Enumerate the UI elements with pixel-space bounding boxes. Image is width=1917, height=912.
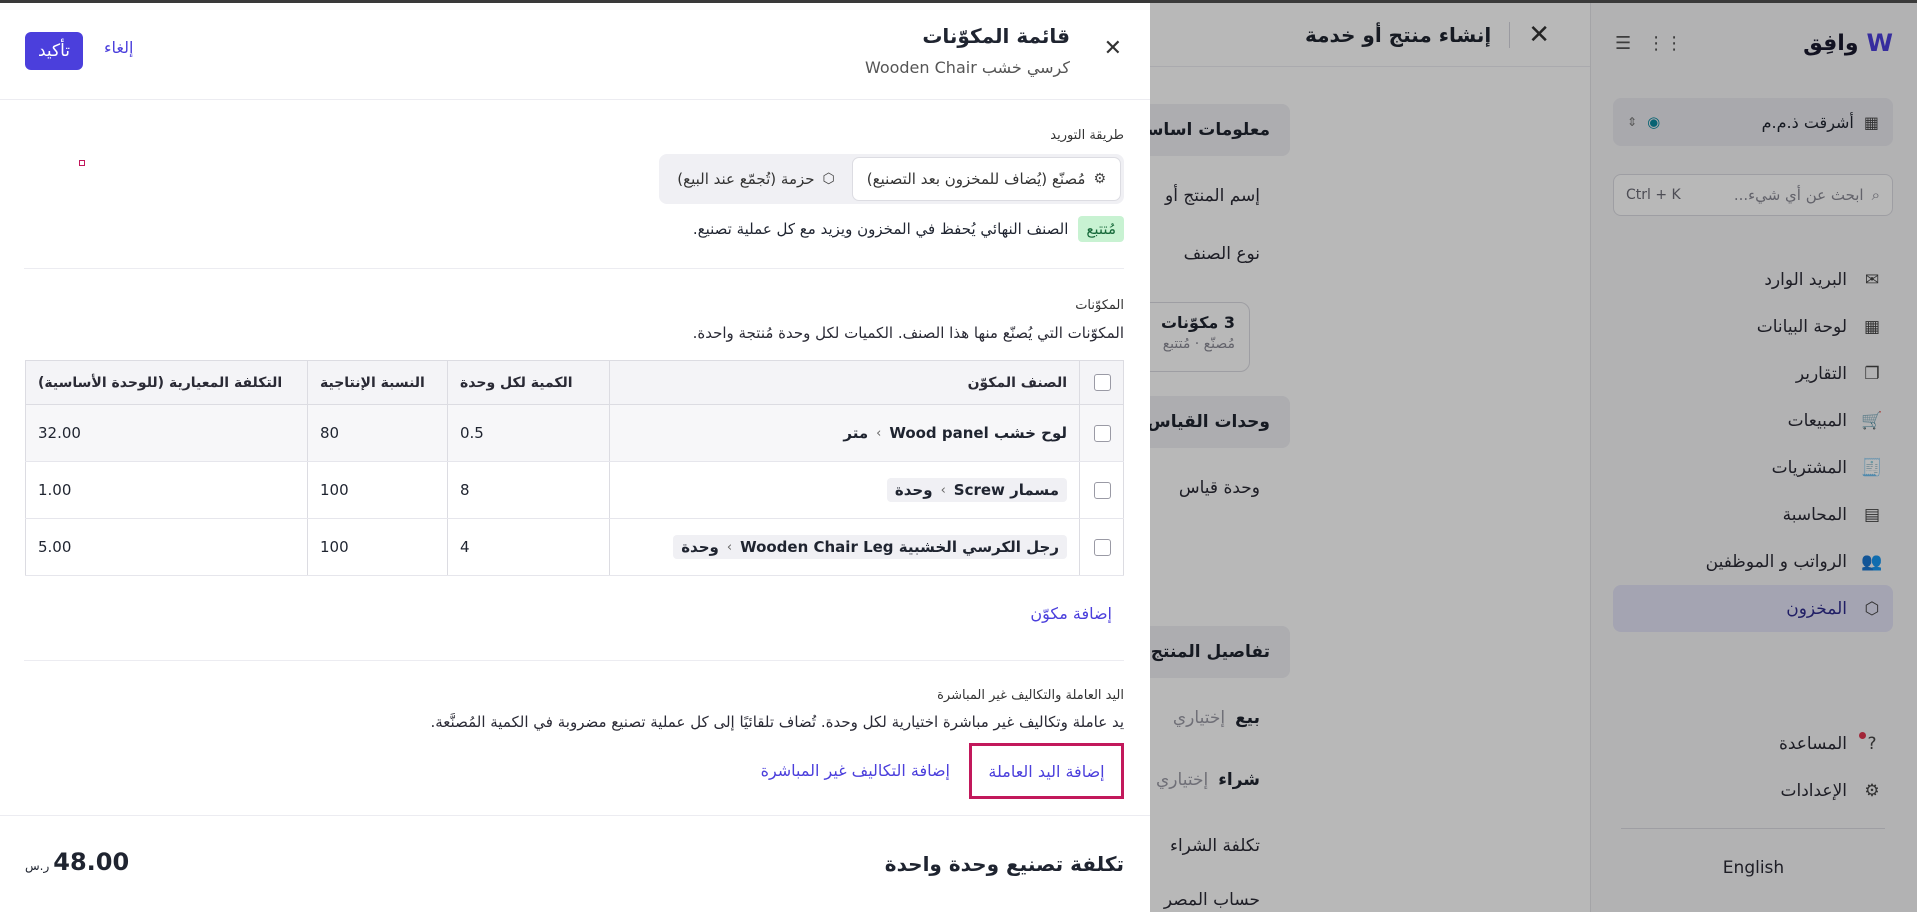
bom-subtitle: كرسي خشب Wooden Chair (864, 58, 1070, 77)
chevron-left-icon: › (876, 425, 882, 441)
add-labor-button[interactable]: إضافة اليد العاملة (969, 743, 1124, 799)
bom-title: قائمة المكوّنات (922, 24, 1070, 48)
table-row[interactable]: رجل الكرسي الخشبية Wooden Chair Leg › وح… (25, 518, 1124, 576)
qty-cell[interactable]: 0.5 (447, 404, 610, 462)
components-description: المكوّنات التي يُصنّع منها هذا الصنف. ال… (692, 324, 1124, 342)
supply-method-label: طريقة التوريد (1050, 128, 1124, 143)
components-label: المكوّنات (1075, 298, 1124, 313)
labor-overhead-label: اليد العاملة والتكاليف غير المباشرة (937, 688, 1124, 703)
confirm-button[interactable]: تأكيد (25, 32, 83, 70)
qty-cell[interactable]: 8 (447, 461, 610, 519)
col-component-item: الصنف المكوّن (609, 360, 1080, 405)
supply-option-bundle[interactable]: ⬡ حزمة (تُجمّع عند البيع) (663, 158, 849, 200)
tracked-badge: مُتتبع (1078, 216, 1124, 242)
add-overhead-button[interactable]: إضافة التكاليف غير المباشرة (761, 761, 950, 780)
row-checkbox[interactable] (1094, 482, 1111, 499)
yield-cell[interactable]: 100 (307, 518, 448, 576)
cost-cell[interactable]: 5.00 (25, 518, 308, 576)
component-item[interactable]: رجل الكرسي الخشبية Wooden Chair Leg › وح… (673, 535, 1067, 559)
cost-cell[interactable]: 1.00 (25, 461, 308, 519)
currency-symbol: ر.س (25, 859, 50, 873)
factory-icon: ⚙ (1093, 171, 1106, 187)
unit-cost-total: ر.س 48.00 (25, 848, 130, 876)
package-icon: ⬡ (822, 171, 835, 187)
bom-modal-footer: تكلفة تصنيع وحدة واحدة ر.س 48.00 (0, 815, 1150, 912)
col-qty-per-unit: الكمية لكل وحدة (447, 360, 610, 405)
labor-overhead-description: يد عاملة وتكاليف غير مباشرة اختيارية لكل… (430, 713, 1125, 731)
bom-modal-header: ✕ قائمة المكوّنات كرسي خشب Wooden Chair … (0, 0, 1150, 100)
select-all-checkbox[interactable] (1094, 374, 1111, 391)
row-checkbox[interactable] (1094, 425, 1111, 442)
add-component-button[interactable]: إضافة مكوّن (1030, 604, 1112, 623)
cancel-button[interactable]: إلغاء (104, 38, 133, 57)
chevron-left-icon: › (726, 539, 733, 555)
component-item[interactable]: مسمار Screw › وحدة (886, 478, 1067, 502)
col-yield: النسبة الإنتاجية (307, 360, 448, 405)
supply-method-selector: ⚙ مُصنّع (يُضاف للمخزون بعد التصنيع) ⬡ ح… (659, 154, 1124, 204)
component-item[interactable]: لوح خشب Wood panel › متر (622, 424, 1067, 442)
qty-cell[interactable]: 4 (447, 518, 610, 576)
yield-cell[interactable]: 100 (307, 461, 448, 519)
chevron-left-icon: › (940, 482, 946, 498)
cursor-marker (79, 160, 85, 166)
table-header-row: الصنف المكوّن الكمية لكل وحدة النسبة الإ… (25, 360, 1124, 405)
col-standard-cost: التكلفة المعيارية (للوحدة الأساسية) (25, 360, 308, 405)
cost-cell[interactable]: 32.00 (25, 404, 308, 462)
unit-cost-label: تكلفة تصنيع وحدة واحدة (884, 852, 1124, 876)
table-row[interactable]: مسمار Screw › وحدة 8 100 1.00 (25, 461, 1124, 519)
window-top-border (0, 0, 1917, 3)
components-table: الصنف المكوّن الكمية لكل وحدة النسبة الإ… (25, 360, 1124, 576)
bom-modal: ✕ قائمة المكوّنات كرسي خشب Wooden Chair … (0, 0, 1150, 912)
table-row[interactable]: لوح خشب Wood panel › متر 0.5 80 32.00 (25, 404, 1124, 462)
row-checkbox[interactable] (1094, 539, 1111, 556)
tracked-info: مُتتبع الصنف النهائي يُحفظ في المخزون وي… (693, 216, 1124, 242)
yield-cell[interactable]: 80 (307, 404, 448, 462)
supply-option-manufactured[interactable]: ⚙ مُصنّع (يُضاف للمخزون بعد التصنيع) (852, 158, 1120, 200)
close-icon[interactable]: ✕ (1104, 36, 1122, 61)
tracked-description: الصنف النهائي يُحفظ في المخزون ويزيد مع … (692, 220, 1069, 238)
